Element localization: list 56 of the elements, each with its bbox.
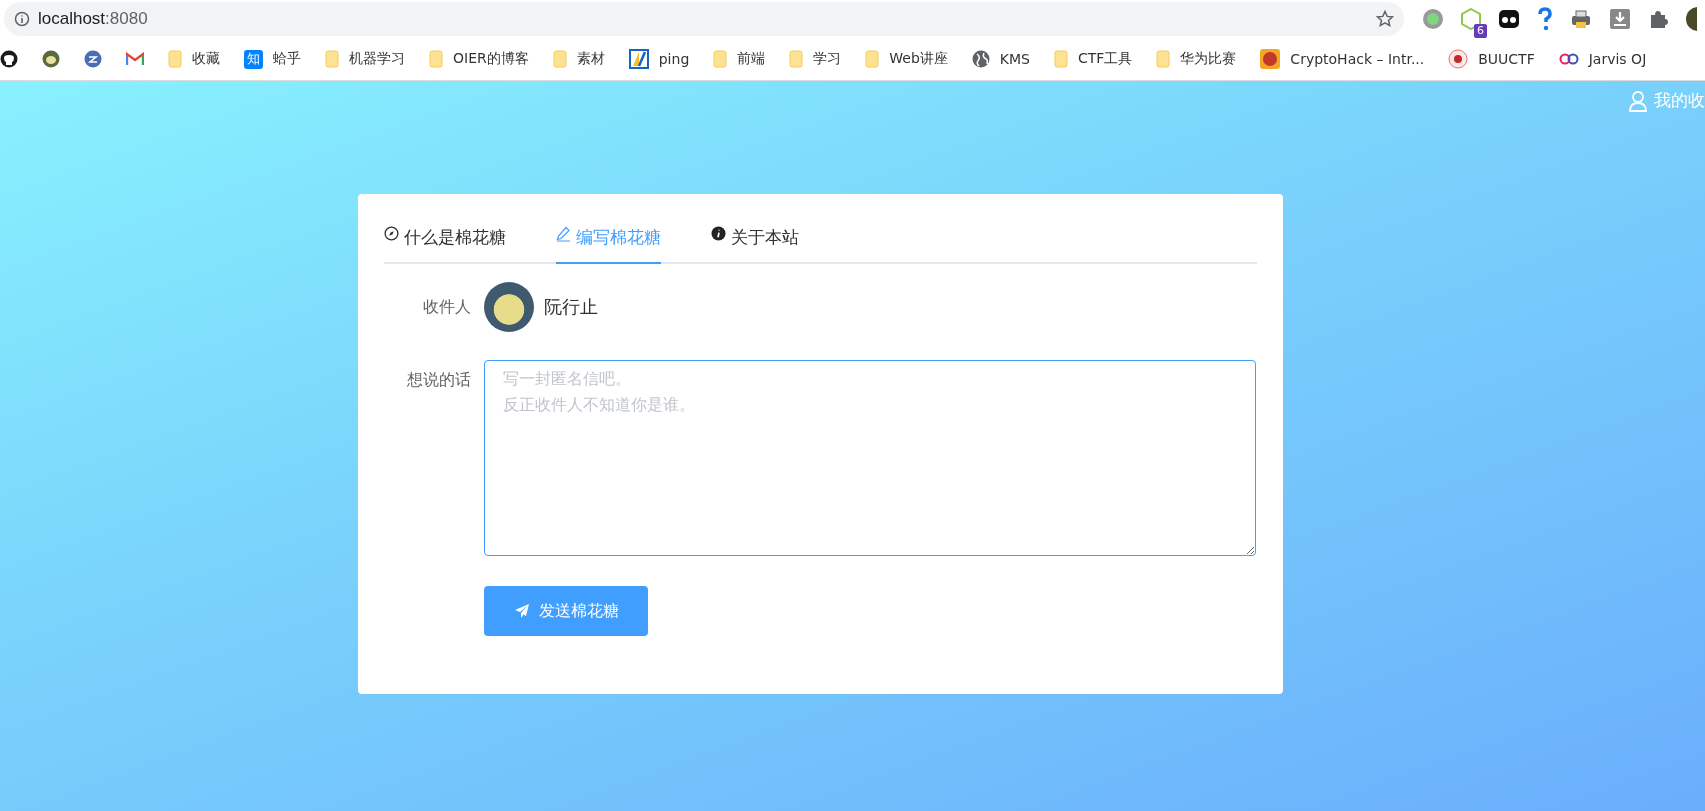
bookmark-item[interactable]: CTF工具 bbox=[1045, 44, 1141, 74]
folder-icon bbox=[552, 50, 567, 68]
url-text: localhost:8080 bbox=[38, 9, 149, 29]
compass-icon bbox=[384, 226, 399, 241]
placeholder-text: 反正收件人不知道你是谁。 bbox=[503, 394, 695, 416]
question-mark-icon[interactable] bbox=[1537, 7, 1553, 31]
message-field[interactable] bbox=[484, 360, 1256, 556]
avatar-placeholder bbox=[484, 282, 534, 332]
seal-logo-icon bbox=[1448, 49, 1469, 69]
bookmark-item[interactable]: 学习 bbox=[781, 44, 850, 74]
bookmark-item[interactable]: OIER的博客 bbox=[421, 44, 537, 74]
folder-icon bbox=[865, 50, 880, 68]
printer-extension-icon[interactable] bbox=[1570, 9, 1592, 29]
bookmark-item[interactable]: 机器学习 bbox=[317, 44, 413, 74]
paper-plane-icon bbox=[513, 603, 530, 619]
bookmark-item[interactable]: Jarvis OJ bbox=[1550, 44, 1655, 74]
pencil-icon bbox=[556, 226, 571, 242]
bookmark-item[interactable]: ping bbox=[620, 44, 698, 74]
info-icon bbox=[14, 11, 30, 27]
bookmark-item[interactable]: 收藏 bbox=[160, 44, 228, 74]
bookmark-item[interactable]: 前端 bbox=[705, 44, 774, 74]
tab[interactable]: 什么是棉花糖 bbox=[384, 222, 506, 262]
bookmark-item[interactable]: Web讲座 bbox=[857, 44, 956, 74]
folder-icon bbox=[789, 50, 804, 68]
mail-icon bbox=[126, 52, 144, 66]
link-logo-icon bbox=[1558, 52, 1579, 66]
circle-logo-icon bbox=[84, 50, 102, 68]
folder-icon bbox=[1156, 50, 1171, 68]
folder-icon bbox=[713, 50, 728, 68]
bookmark-item[interactable]: 素材 bbox=[544, 44, 613, 74]
bookmark-item[interactable]: 知 蛤乎 bbox=[236, 44, 309, 74]
info-icon bbox=[711, 226, 726, 241]
download-extension-icon[interactable] bbox=[1609, 8, 1631, 30]
badge-count: 6 bbox=[1474, 24, 1487, 38]
recipient-name: 阮行止 bbox=[544, 295, 598, 319]
puzzle-icon[interactable] bbox=[1648, 9, 1668, 29]
folder-icon bbox=[325, 50, 339, 68]
bookmark-item[interactable]: KMS bbox=[963, 44, 1038, 74]
zhihu-logo-icon: 知 bbox=[244, 49, 263, 69]
bookmark-item[interactable]: 华为比赛 bbox=[1148, 44, 1245, 74]
folder-icon bbox=[1053, 50, 1068, 68]
folder-icon bbox=[168, 50, 182, 68]
address-bar[interactable]: localhost:8080 bbox=[4, 2, 1404, 36]
record-extension-icon[interactable] bbox=[1422, 8, 1444, 30]
field-label: 收件人 bbox=[422, 296, 471, 318]
mask-extension-icon[interactable] bbox=[1498, 9, 1520, 29]
ping-logo-icon bbox=[628, 49, 649, 69]
user-icon bbox=[1628, 89, 1648, 112]
tab[interactable]: 关于本站 bbox=[711, 222, 799, 262]
field-label: 想说的话 bbox=[406, 369, 471, 391]
bookmark-item[interactable]: BUUCTF bbox=[1440, 44, 1543, 74]
bookmark-item[interactable]: CryptoHack – Intr... bbox=[1252, 44, 1433, 74]
globe-icon bbox=[971, 50, 990, 68]
folder-icon bbox=[429, 50, 443, 68]
brain-logo-icon bbox=[1260, 49, 1281, 69]
star-icon[interactable] bbox=[1376, 10, 1394, 28]
